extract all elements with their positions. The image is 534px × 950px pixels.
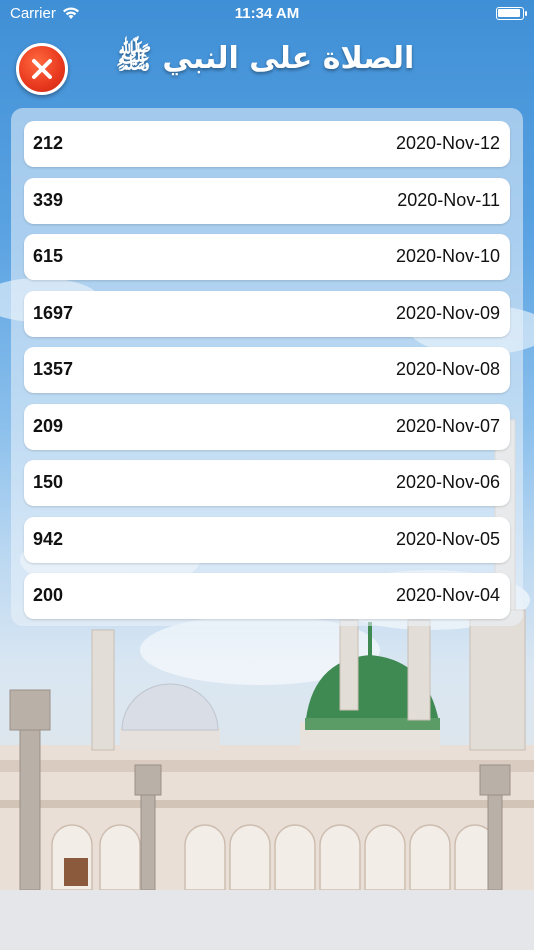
list-item[interactable]: 1697 2020-Nov-09	[24, 290, 510, 337]
list-item[interactable]: 200 2020-Nov-04	[24, 573, 510, 619]
close-icon	[32, 59, 52, 79]
date-value: 2020-Nov-09	[395, 302, 500, 323]
date-value: 2020-Nov-11	[397, 189, 500, 210]
status-bar: Carrier 11:34 AM	[0, 0, 534, 28]
close-button[interactable]	[16, 43, 68, 95]
count-value: 209	[33, 415, 64, 436]
date-value: 2020-Nov-10	[395, 246, 500, 266]
count-value: 339	[33, 189, 64, 210]
status-time: 11:34 AM	[234, 5, 300, 22]
date-value: 2020-Nov-07	[395, 415, 500, 436]
count-value: 942	[33, 528, 64, 549]
date-value: 2020-Nov-06	[395, 472, 500, 492]
list-item[interactable]: 615 2020-Nov-10	[24, 234, 510, 280]
date-value: 2020-Nov-05	[395, 528, 500, 549]
count-value: 150	[33, 472, 64, 492]
date-value: 2020-Nov-08	[395, 359, 500, 379]
list-item[interactable]: 1357 2020-Nov-08	[24, 347, 510, 393]
count-value: 615	[33, 246, 64, 266]
count-value: 212	[33, 133, 64, 153]
battery-icon	[496, 7, 527, 20]
list-item[interactable]: 339 2020-Nov-11	[24, 177, 510, 224]
count-value: 1357	[33, 359, 74, 379]
count-value: 200	[33, 585, 64, 605]
list-item[interactable]: 942 2020-Nov-05	[24, 516, 510, 563]
page-title: الصلاة على النبي ﷺ	[115, 41, 415, 76]
date-value: 2020-Nov-12	[395, 133, 500, 153]
count-value: 1697	[33, 302, 74, 323]
date-value: 2020-Nov-04	[395, 585, 500, 605]
list-item[interactable]: 150 2020-Nov-06	[24, 460, 510, 506]
list-item[interactable]: 212 2020-Nov-12	[24, 121, 510, 167]
list-item[interactable]: 209 2020-Nov-07	[24, 403, 510, 450]
